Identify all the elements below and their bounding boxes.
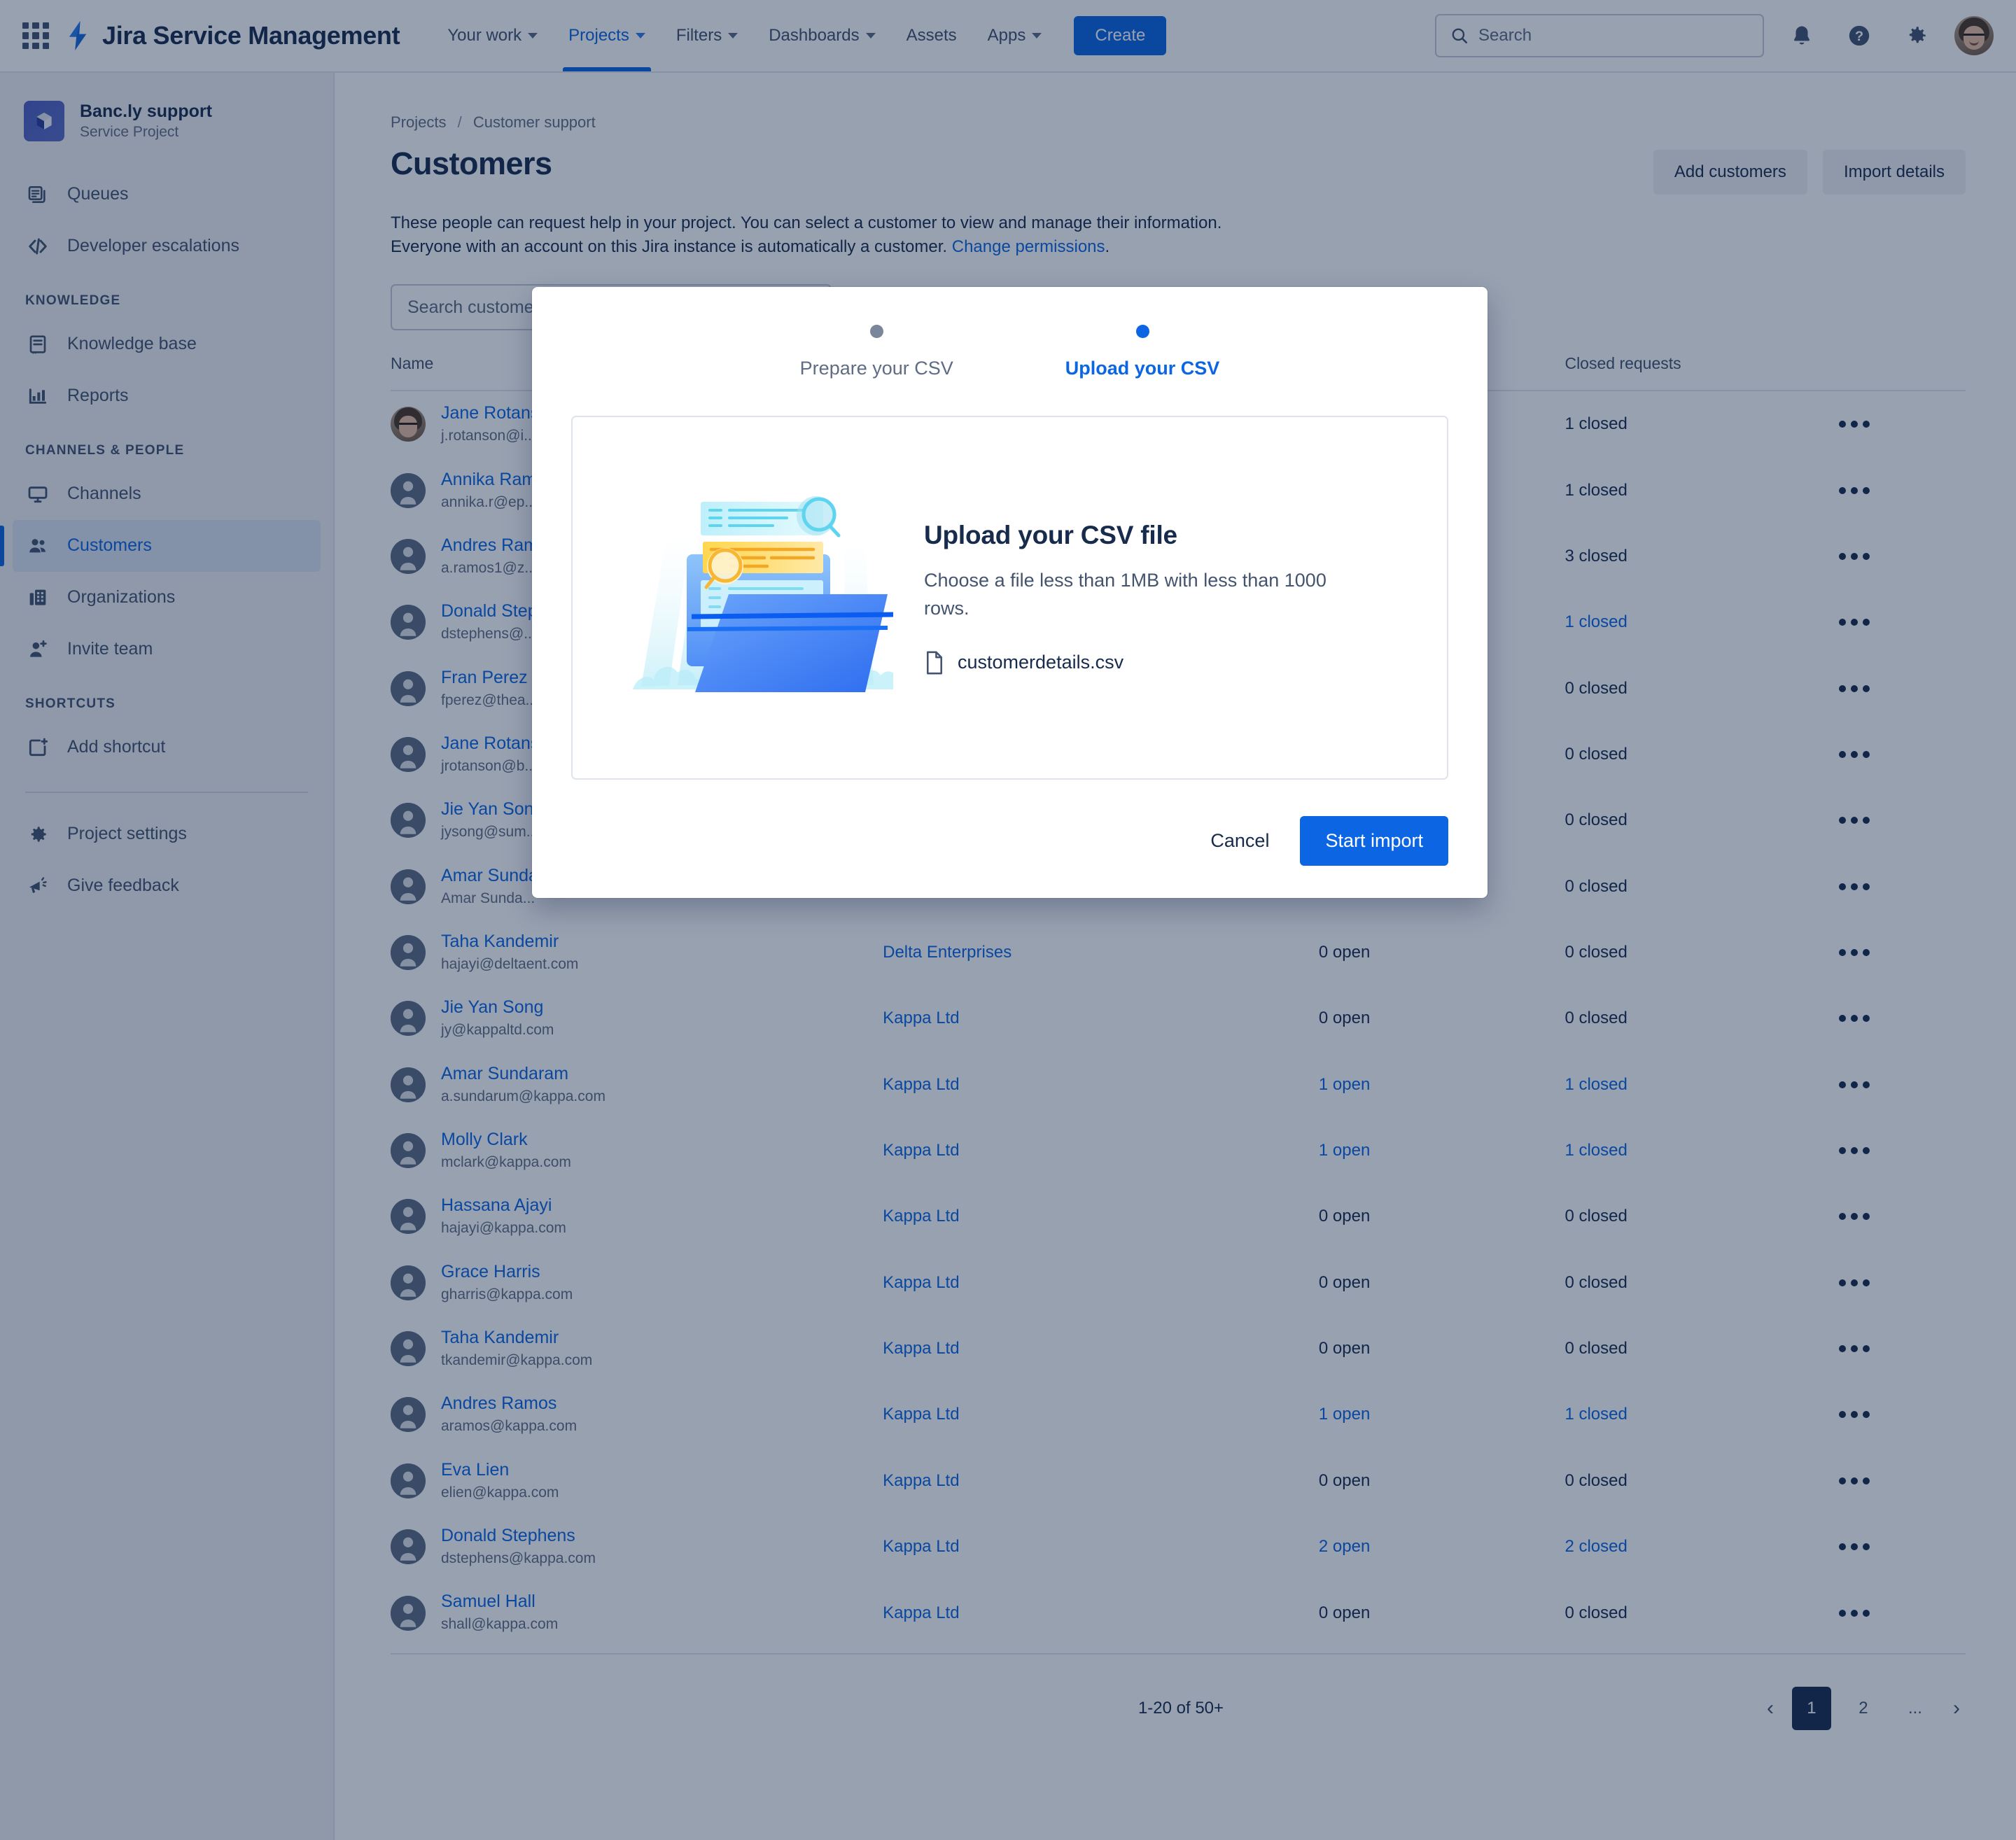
step-dot-icon [1135,325,1149,338]
upload-card-text: Upload your CSV file Choose a file less … [924,521,1351,675]
upload-card: Upload your CSV file Choose a file less … [571,416,1448,780]
import-customers-modal: Prepare your CSV Upload your CSV Upload … [532,287,1488,898]
app-root: Jira Service Management Your work Projec… [0,0,2016,1840]
upload-card-title: Upload your CSV file [924,521,1177,550]
file-icon [927,651,942,675]
selected-file-name: customerdetails.csv [958,652,1124,673]
start-import-button[interactable]: Start import [1300,816,1448,866]
upload-card-description: Choose a file less than 1MB with less th… [924,570,1326,619]
modal-step-indicator: Prepare your CSV Upload your CSV [571,325,1448,379]
cancel-button[interactable]: Cancel [1192,817,1287,864]
step-label: Upload your CSV [1065,358,1220,379]
modal-blanket[interactable] [0,0,2016,1840]
step-dot-icon [869,325,883,338]
step-upload-your-csv[interactable]: Upload your CSV [1065,325,1220,379]
modal-footer: Cancel Start import [571,816,1448,866]
selected-file-row[interactable]: customerdetails.csv [924,651,1351,675]
step-prepare-your-csv[interactable]: Prepare your CSV [800,325,953,379]
step-label: Prepare your CSV [799,358,953,379]
csv-upload-illustration-icon [633,496,893,692]
